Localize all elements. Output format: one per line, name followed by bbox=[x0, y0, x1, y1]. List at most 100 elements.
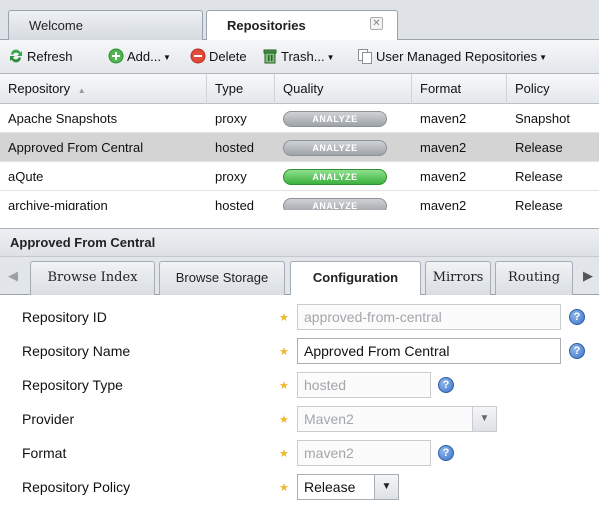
repository-id-row: Repository ID ★ approved-from-central ? bbox=[0, 300, 599, 334]
analyze-button[interactable]: ANALYZE bbox=[283, 140, 387, 156]
sort-ascending-icon: ▲ bbox=[77, 86, 86, 95]
repository-name-row: Repository Name ★ Approved From Central … bbox=[0, 334, 599, 368]
column-header-format-label: Format bbox=[420, 81, 462, 96]
repository-name-label: Repository Name bbox=[22, 343, 131, 359]
detail-panel-title: Approved From Central bbox=[0, 228, 599, 257]
cell-type: proxy bbox=[215, 111, 247, 126]
column-header-type[interactable]: Type bbox=[207, 74, 275, 104]
column-header-format[interactable]: Format bbox=[412, 74, 507, 104]
repository-policy-select-value: Release bbox=[304, 479, 356, 495]
column-header-policy-label: Policy bbox=[515, 81, 550, 96]
tab-repositories-label: Repositories bbox=[227, 18, 306, 33]
cell-format: maven2 bbox=[420, 198, 467, 210]
repository-grid: Repository ▲ Type Quality Format Policy … bbox=[0, 74, 599, 210]
analyze-button[interactable]: ANALYZE bbox=[283, 169, 387, 185]
repository-name-field[interactable]: Approved From Central bbox=[297, 338, 561, 364]
required-star-icon: ★ bbox=[279, 312, 289, 324]
help-icon[interactable]: ? bbox=[438, 377, 454, 393]
help-icon[interactable]: ? bbox=[569, 309, 585, 325]
format-field[interactable]: maven2 bbox=[297, 440, 431, 466]
cell-quality: ANALYZE bbox=[275, 104, 412, 133]
documents-icon bbox=[358, 49, 372, 64]
help-icon[interactable]: ? bbox=[569, 343, 585, 359]
add-button[interactable]: Add... ▼ bbox=[108, 46, 171, 68]
table-row[interactable]: archive-migration hosted ANALYZE maven2 … bbox=[0, 191, 599, 210]
main-tab-strip: Welcome Repositories ✕ bbox=[0, 0, 599, 41]
add-icon bbox=[108, 48, 124, 64]
tab-configuration[interactable]: Configuration bbox=[290, 261, 421, 296]
tab-mirrors[interactable]: Mirrors bbox=[425, 261, 491, 295]
table-row[interactable]: aQute proxy ANALYZE maven2 Release bbox=[0, 162, 599, 191]
required-star-icon: ★ bbox=[279, 414, 289, 426]
required-star-icon: ★ bbox=[279, 380, 289, 392]
repository-policy-row: Repository Policy ★ Release ▼ bbox=[0, 470, 599, 504]
cell-policy: Release bbox=[515, 140, 563, 155]
format-label: Format bbox=[22, 445, 67, 461]
repository-id-field[interactable]: approved-from-central bbox=[297, 304, 561, 330]
column-header-policy[interactable]: Policy bbox=[507, 74, 599, 104]
repository-type-label: Repository Type bbox=[22, 377, 123, 393]
repository-type-field[interactable]: hosted bbox=[297, 372, 431, 398]
repository-type-row: Repository Type ★ hosted ? bbox=[0, 368, 599, 402]
cell-policy: Snapshot bbox=[515, 111, 570, 126]
cell-repository: Approved From Central bbox=[8, 140, 144, 155]
refresh-label: Refresh bbox=[27, 49, 73, 64]
refresh-icon bbox=[10, 49, 22, 63]
user-managed-repositories-label: User Managed Repositories bbox=[376, 49, 538, 64]
table-row-selected[interactable]: Approved From Central hosted ANALYZE mav… bbox=[0, 133, 599, 162]
column-header-repository[interactable]: Repository ▲ bbox=[0, 74, 207, 104]
cell-policy: Release bbox=[515, 198, 563, 210]
trash-button[interactable]: Trash... ▼ bbox=[262, 46, 335, 68]
tab-welcome[interactable]: Welcome bbox=[8, 10, 203, 40]
column-header-repository-label: Repository bbox=[8, 81, 71, 96]
trash-dropdown-icon: ▼ bbox=[326, 53, 335, 62]
chevron-down-icon[interactable]: ▼ bbox=[472, 407, 496, 431]
trash-icon bbox=[263, 49, 277, 64]
add-dropdown-icon: ▼ bbox=[162, 53, 171, 62]
refresh-button[interactable]: Refresh bbox=[8, 46, 73, 68]
cell-format: maven2 bbox=[420, 169, 467, 184]
repositories-toolbar: Refresh Add... ▼ Delete Trash... ▼ User Ma… bbox=[0, 40, 599, 74]
configuration-form: Repository ID ★ approved-from-central ? … bbox=[0, 295, 599, 509]
cell-quality: ANALYZE bbox=[275, 191, 412, 210]
provider-label: Provider bbox=[22, 411, 75, 427]
provider-select[interactable]: Maven2 ▼ bbox=[297, 406, 497, 432]
chevron-down-icon[interactable]: ▼ bbox=[374, 475, 398, 499]
required-star-icon: ★ bbox=[279, 448, 289, 460]
user-managed-repositories-button[interactable]: User Managed Repositories ▼ bbox=[357, 46, 547, 68]
cell-type: proxy bbox=[215, 169, 247, 184]
cell-repository: Apache Snapshots bbox=[8, 111, 118, 126]
tab-browse-storage[interactable]: Browse Storage bbox=[159, 261, 285, 295]
cell-policy: Release bbox=[515, 169, 563, 184]
analyze-button[interactable]: ANALYZE bbox=[283, 198, 387, 210]
repository-policy-label: Repository Policy bbox=[22, 479, 131, 495]
grid-header: Repository ▲ Type Quality Format Policy bbox=[0, 74, 599, 104]
repository-policy-select[interactable]: Release ▼ bbox=[297, 474, 399, 500]
add-label: Add... bbox=[127, 49, 161, 64]
tab-routing[interactable]: Routing bbox=[495, 261, 573, 295]
help-icon[interactable]: ? bbox=[438, 445, 454, 461]
scroll-tabs-right-icon[interactable]: ▶ bbox=[577, 257, 599, 295]
trash-label: Trash... bbox=[281, 49, 325, 64]
tab-browse-index[interactable]: Browse Index bbox=[30, 261, 155, 295]
cell-format: maven2 bbox=[420, 140, 467, 155]
user-managed-dropdown-icon: ▼ bbox=[539, 53, 548, 62]
required-star-icon: ★ bbox=[279, 346, 289, 358]
detail-subtab-strip: ◀ Browse Index Browse Storage Configurat… bbox=[0, 257, 599, 296]
provider-row: Provider ★ Maven2 ▼ bbox=[0, 402, 599, 436]
delete-label: Delete bbox=[209, 49, 247, 64]
cell-quality: ANALYZE bbox=[275, 162, 412, 191]
table-row[interactable]: Apache Snapshots proxy ANALYZE maven2 Sn… bbox=[0, 104, 599, 133]
cell-repository: aQute bbox=[8, 169, 44, 184]
analyze-button[interactable]: ANALYZE bbox=[283, 111, 387, 127]
column-header-quality[interactable]: Quality bbox=[275, 74, 412, 104]
scroll-tabs-left-icon[interactable]: ◀ bbox=[0, 257, 26, 295]
cell-repository: archive-migration bbox=[8, 198, 108, 210]
delete-button[interactable]: Delete bbox=[190, 46, 247, 68]
format-row: Format ★ maven2 ? bbox=[0, 436, 599, 470]
close-tab-icon[interactable]: ✕ bbox=[370, 17, 383, 30]
cell-type: hosted bbox=[215, 198, 255, 210]
cell-quality: ANALYZE bbox=[275, 133, 412, 162]
tab-repositories[interactable]: Repositories ✕ bbox=[206, 10, 398, 41]
provider-select-value: Maven2 bbox=[304, 411, 354, 427]
